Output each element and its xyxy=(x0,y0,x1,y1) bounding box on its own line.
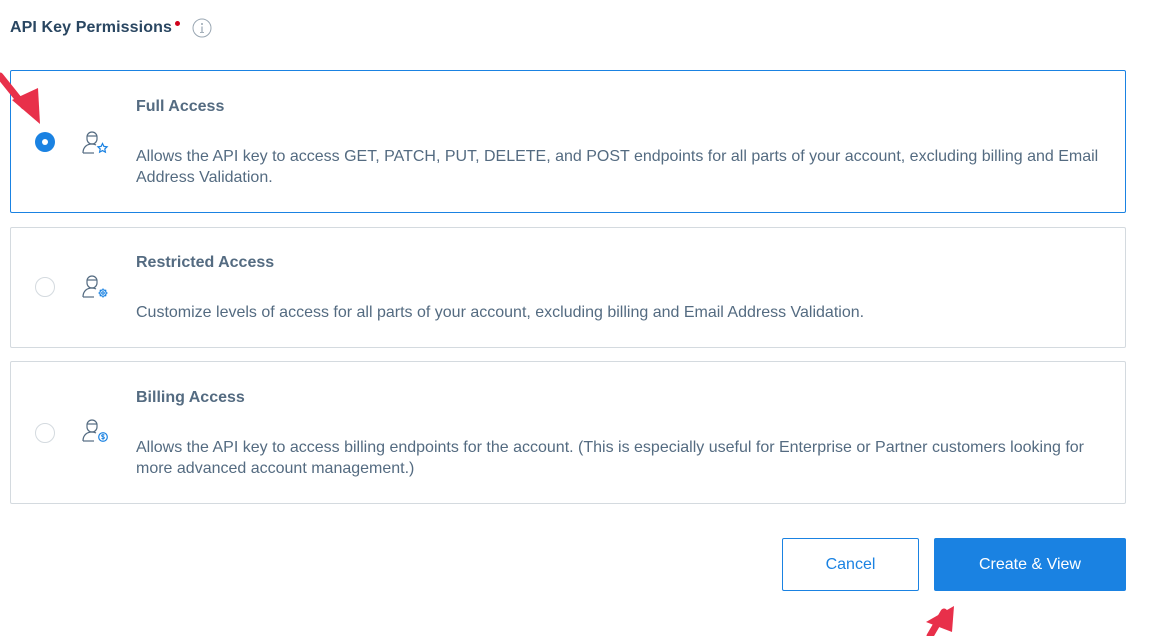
option-billing-access[interactable]: Billing Access Allows the API key to acc… xyxy=(10,361,1126,504)
option-restricted-access[interactable]: Restricted Access Customize levels of ac… xyxy=(10,227,1126,348)
info-icon[interactable] xyxy=(192,18,212,38)
annotation-arrow-icon xyxy=(0,72,40,124)
radio-billing-access[interactable] xyxy=(35,423,55,443)
option-description: Allows the API key to access GET, PATCH,… xyxy=(136,148,1099,186)
user-dollar-icon xyxy=(81,417,111,447)
option-full-access[interactable]: Full Access Allows the API key to access… xyxy=(10,70,1126,213)
api-key-permissions-page: API Key Permissions Full Access Allows t… xyxy=(0,0,1173,636)
create-and-view-button[interactable]: Create & View xyxy=(934,538,1126,591)
required-indicator xyxy=(174,20,180,26)
permissions-header: API Key Permissions xyxy=(10,16,212,40)
user-star-icon xyxy=(81,126,111,156)
option-description: Customize levels of access for all parts… xyxy=(136,304,865,321)
option-title: Full Access xyxy=(136,98,225,115)
annotation-arrow-icon xyxy=(926,606,954,636)
option-title: Restricted Access xyxy=(136,254,275,271)
radio-full-access[interactable] xyxy=(35,132,55,152)
user-gear-icon xyxy=(81,272,111,302)
cancel-button[interactable]: Cancel xyxy=(782,538,919,591)
section-title: API Key Permissions xyxy=(10,19,172,36)
option-description: Allows the API key to access billing end… xyxy=(136,439,1084,477)
radio-restricted-access[interactable] xyxy=(35,277,55,297)
option-title: Billing Access xyxy=(136,389,245,406)
